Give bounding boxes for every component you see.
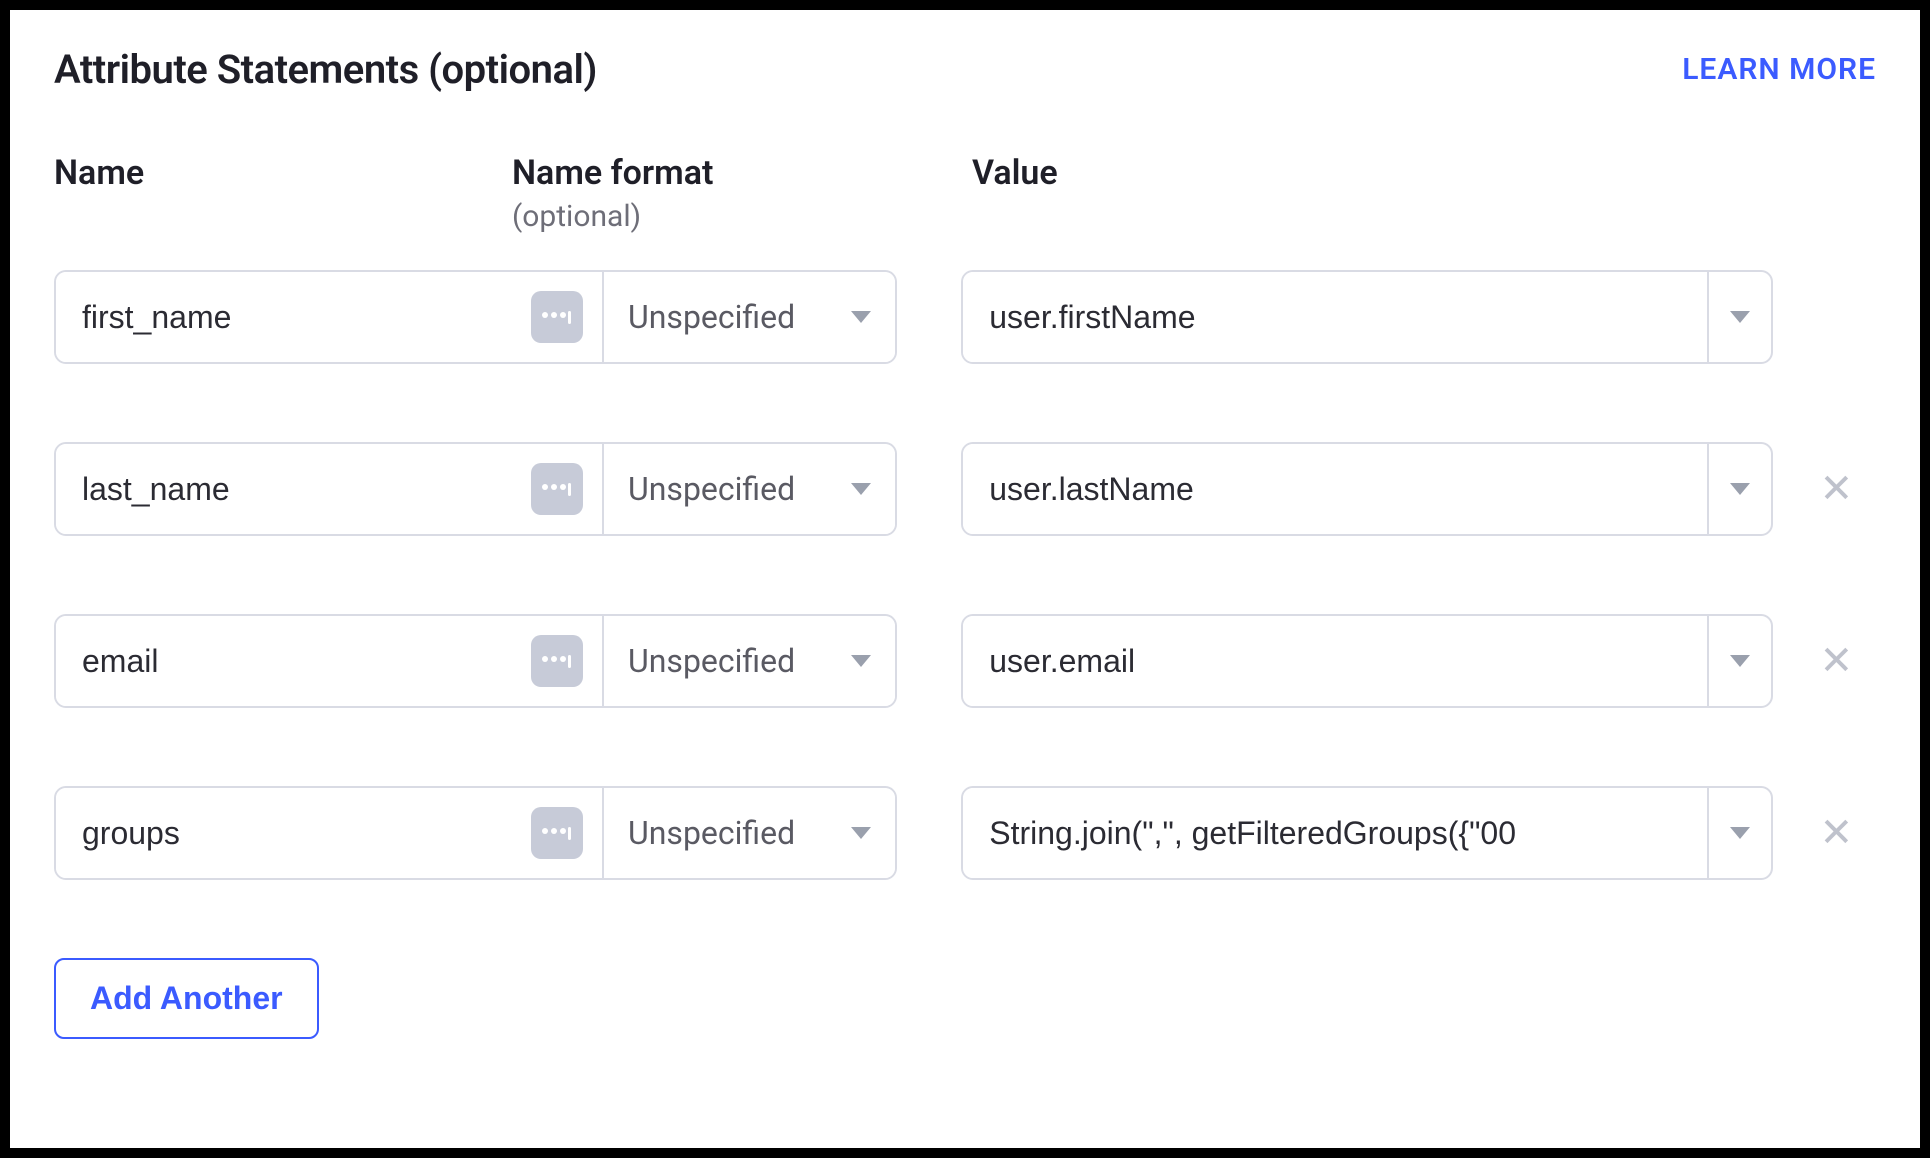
attribute-row: Unspecified ✕ <box>54 786 1876 880</box>
value-input[interactable] <box>963 272 1707 362</box>
format-select[interactable]: Unspecified <box>604 788 895 878</box>
format-select-label: Unspecified <box>628 470 795 508</box>
chevron-down-icon <box>851 827 871 839</box>
attribute-row: Unspecified <box>54 270 1876 364</box>
name-format-box: Unspecified <box>54 614 897 708</box>
value-input[interactable] <box>963 788 1707 878</box>
format-column-subheader: (optional) <box>512 199 972 234</box>
chevron-down-icon <box>1730 827 1750 839</box>
keyboard-icon-button[interactable] <box>528 788 586 878</box>
name-input[interactable] <box>56 788 528 878</box>
value-dropdown-toggle[interactable] <box>1707 616 1771 706</box>
attribute-row: Unspecified ✕ <box>54 614 1876 708</box>
remove-row-button[interactable]: ✕ <box>1820 469 1854 509</box>
remove-slot: ✕ <box>1797 469 1876 509</box>
keyboard-icon <box>531 807 583 859</box>
value-dropdown-toggle[interactable] <box>1707 444 1771 534</box>
keyboard-icon-button[interactable] <box>528 272 586 362</box>
value-input[interactable] <box>963 444 1707 534</box>
attribute-row: Unspecified ✕ <box>54 442 1876 536</box>
format-select[interactable]: Unspecified <box>604 272 895 362</box>
chevron-down-icon <box>1730 483 1750 495</box>
chevron-down-icon <box>1730 311 1750 323</box>
format-select-label: Unspecified <box>628 642 795 680</box>
name-format-box: Unspecified <box>54 786 897 880</box>
value-box <box>961 442 1773 536</box>
name-format-box: Unspecified <box>54 442 897 536</box>
remove-row-button[interactable]: ✕ <box>1820 641 1854 681</box>
attribute-statements-panel: Attribute Statements (optional) LEARN MO… <box>0 0 1930 1158</box>
value-box <box>961 786 1773 880</box>
name-format-box: Unspecified <box>54 270 897 364</box>
add-another-button[interactable]: Add Another <box>54 958 319 1039</box>
panel-header: Attribute Statements (optional) LEARN MO… <box>54 46 1876 93</box>
value-box <box>961 270 1773 364</box>
keyboard-icon <box>531 463 583 515</box>
keyboard-icon <box>531 291 583 343</box>
keyboard-icon <box>531 635 583 687</box>
learn-more-link[interactable]: LEARN MORE <box>1682 52 1876 87</box>
format-select[interactable]: Unspecified <box>604 616 895 706</box>
chevron-down-icon <box>851 655 871 667</box>
name-input[interactable] <box>56 272 528 362</box>
chevron-down-icon <box>851 311 871 323</box>
format-select-label: Unspecified <box>628 298 795 336</box>
remove-row-button[interactable]: ✕ <box>1820 813 1854 853</box>
remove-slot: ✕ <box>1797 813 1876 853</box>
value-box <box>961 614 1773 708</box>
name-input[interactable] <box>56 616 528 706</box>
rows-container: UnspecifiedUnspecified✕Unspecified✕Unspe… <box>54 270 1876 880</box>
value-column-header: Value <box>972 153 1876 193</box>
value-dropdown-toggle[interactable] <box>1707 272 1771 362</box>
keyboard-icon-button[interactable] <box>528 616 586 706</box>
format-select-label: Unspecified <box>628 814 795 852</box>
value-input[interactable] <box>963 616 1707 706</box>
chevron-down-icon <box>851 483 871 495</box>
column-headers: Name Name format (optional) Value <box>54 153 1876 234</box>
section-title: Attribute Statements (optional) <box>54 46 597 93</box>
remove-slot: ✕ <box>1797 641 1876 681</box>
value-dropdown-toggle[interactable] <box>1707 788 1771 878</box>
keyboard-icon-button[interactable] <box>528 444 586 534</box>
chevron-down-icon <box>1730 655 1750 667</box>
format-column-header: Name format <box>512 153 972 193</box>
format-select[interactable]: Unspecified <box>604 444 895 534</box>
name-column-header: Name <box>54 153 512 193</box>
name-input[interactable] <box>56 444 528 534</box>
